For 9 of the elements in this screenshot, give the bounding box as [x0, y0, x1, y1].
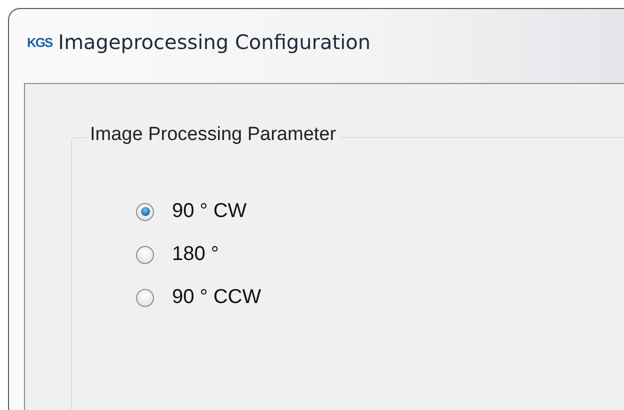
radio-button[interactable] — [136, 288, 154, 306]
group-title: Image Processing Parameter — [86, 124, 340, 146]
radio-option[interactable]: 90 ° CCW — [136, 286, 624, 309]
radio-option[interactable]: 90 ° CW — [136, 200, 624, 223]
window-title: Imageprocessing Configuration — [58, 30, 371, 54]
radio-option[interactable]: 180 ° — [136, 243, 624, 266]
radio-button[interactable] — [136, 246, 154, 264]
radio-button[interactable] — [136, 202, 154, 220]
app-logo: KGS — [27, 34, 52, 50]
